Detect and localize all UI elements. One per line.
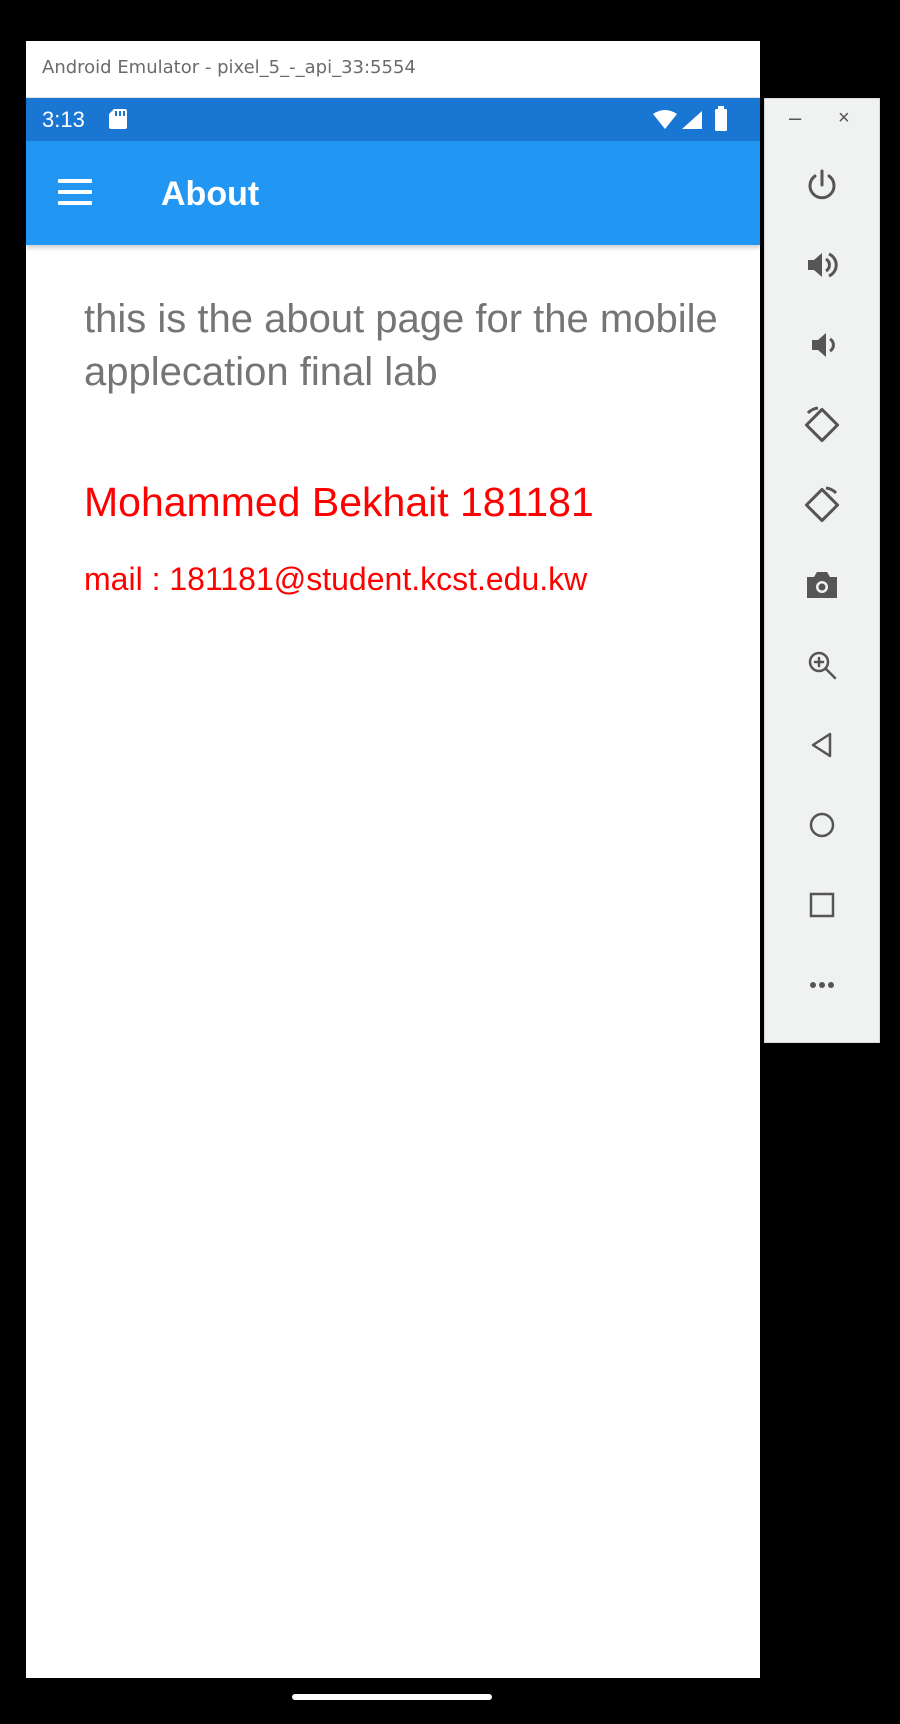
emulator-window: Android Emulator - pixel_5_-_api_33:5554… xyxy=(26,41,760,1714)
author-mail: mail : 181181@student.kcst.edu.kw xyxy=(84,561,588,597)
app-bar: About xyxy=(26,141,760,245)
overview-icon[interactable] xyxy=(794,877,850,933)
phone-screen: 3:13 About this is the about page for th… xyxy=(26,98,760,1714)
volume-down-icon[interactable] xyxy=(794,317,850,373)
close-button[interactable]: × xyxy=(838,107,850,130)
camera-icon[interactable] xyxy=(794,557,850,613)
hamburger-menu-icon[interactable] xyxy=(54,177,94,209)
sd-card-icon xyxy=(109,109,127,129)
wifi-icon xyxy=(653,110,677,129)
toolbar-header: – × xyxy=(765,99,881,139)
rotate-left-icon[interactable] xyxy=(794,397,850,453)
volume-up-icon[interactable] xyxy=(794,237,850,293)
home-gesture-pill[interactable] xyxy=(292,1694,492,1700)
status-time: 3:13 xyxy=(42,107,85,132)
gesture-nav-bar xyxy=(26,1678,760,1714)
minimize-button[interactable]: – xyxy=(789,105,801,131)
signal-icon xyxy=(682,111,702,129)
rotate-right-icon[interactable] xyxy=(794,477,850,533)
zoom-icon[interactable] xyxy=(794,637,850,693)
more-icon[interactable] xyxy=(794,957,850,1013)
about-description: this is the about page for the mobile ap… xyxy=(84,297,718,394)
author-name: Mohammed Bekhait 181181 xyxy=(84,479,594,525)
emulator-side-toolbar: – × xyxy=(764,98,880,1043)
page-title: About xyxy=(161,175,260,213)
back-icon[interactable] xyxy=(794,717,850,773)
home-icon[interactable] xyxy=(794,797,850,853)
window-titlebar[interactable]: Android Emulator - pixel_5_-_api_33:5554 xyxy=(26,41,760,98)
power-icon[interactable] xyxy=(794,157,850,213)
battery-icon xyxy=(715,106,727,131)
status-bar: 3:13 xyxy=(26,98,760,141)
window-title: Android Emulator - pixel_5_-_api_33:5554 xyxy=(42,57,416,78)
